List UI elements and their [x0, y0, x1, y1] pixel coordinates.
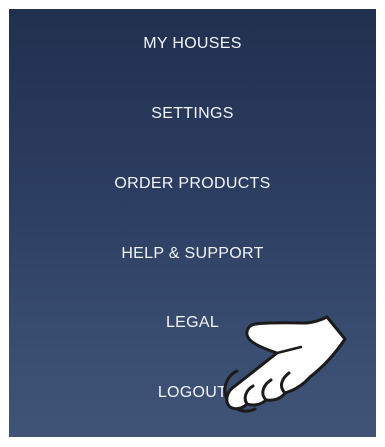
side-menu-panel: MY HOUSES SETTINGS ORDER PRODUCTS HELP &…: [9, 9, 376, 437]
tap-hand-icon: [223, 315, 347, 413]
